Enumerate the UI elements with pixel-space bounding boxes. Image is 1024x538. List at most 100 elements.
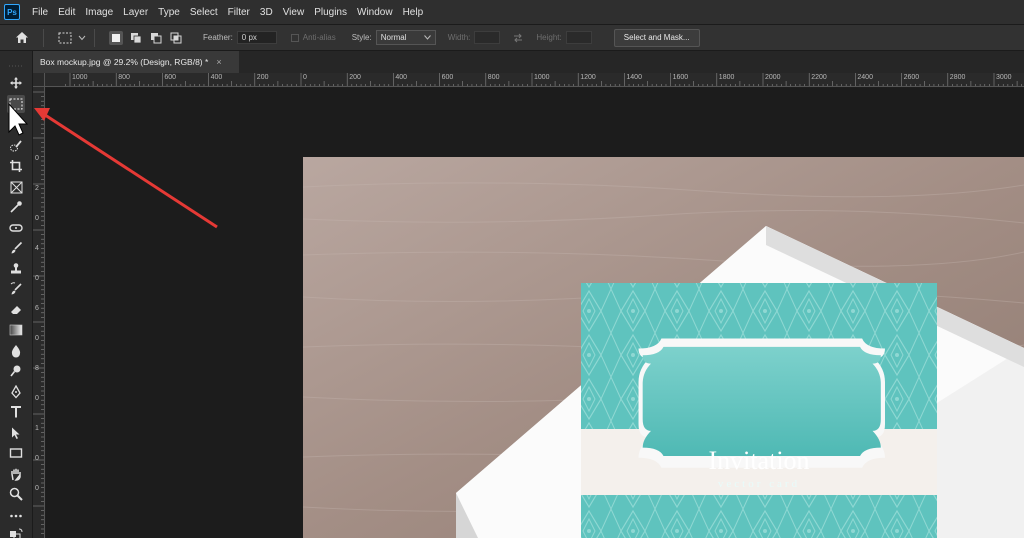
horizontal-ruler[interactable]: 1000 800 600 400 200 0 200 400 600 800 1000 1200 140… — [45, 73, 1024, 87]
menu-help[interactable]: Help — [398, 7, 429, 18]
spot-healing-tool-icon[interactable] — [7, 219, 25, 237]
crop-tool-icon[interactable] — [7, 157, 25, 175]
ruler-label: 2600 — [903, 74, 920, 81]
ruler-label: 2000 — [765, 74, 781, 81]
menu-edit[interactable]: Edit — [53, 7, 80, 18]
feather-input[interactable]: 0 px — [236, 31, 277, 44]
menu-view[interactable]: View — [278, 7, 310, 18]
vertical-ruler[interactable]: 0 2 0 4 0 6 0 8 0 1 0 0 — [33, 87, 45, 538]
ruler-label: 200 — [349, 74, 361, 81]
ruler-label: 6 — [35, 305, 39, 312]
menu-3d[interactable]: 3D — [255, 7, 278, 18]
edit-toolbar-icon[interactable] — [7, 507, 25, 525]
ruler-label: 8 — [35, 365, 39, 372]
height-input — [565, 31, 592, 44]
intersect-selection-icon[interactable] — [169, 31, 183, 45]
ruler-label: 800 — [487, 74, 500, 81]
document-tab-bar: Box mockup.jpg @ 29.2% (Design, RGB/8) *… — [33, 51, 1024, 73]
ruler-label: 400 — [395, 74, 408, 81]
gradient-tool-icon[interactable] — [7, 321, 25, 339]
swap-dimensions-icon — [512, 32, 524, 44]
ruler-label: 600 — [164, 74, 177, 81]
style-label: Style: — [351, 33, 372, 42]
blur-tool-icon[interactable] — [7, 342, 25, 360]
document-image[interactable]: Invitation vector card — [303, 157, 1024, 538]
ruler-label: 200 — [256, 74, 269, 81]
ruler-label: 0 — [35, 155, 39, 162]
style-select[interactable]: Normal — [375, 30, 436, 45]
options-bar: Feather: 0 px Anti-alias Style: Normal W… — [0, 25, 1024, 51]
rectangle-tool-icon[interactable] — [7, 444, 25, 462]
canvas-area[interactable]: Invitation vector card — [46, 88, 1024, 538]
quick-selection-tool-icon[interactable] — [7, 137, 25, 155]
ruler-label: 3000 — [996, 74, 1012, 81]
menu-file[interactable]: File — [27, 7, 53, 18]
ruler-label: 0 — [35, 275, 39, 282]
feather-label: Feather: — [203, 33, 233, 42]
ruler-label: 1 — [35, 425, 39, 432]
home-icon[interactable] — [13, 29, 31, 47]
photoshop-window: Ps File Edit Image Layer Type Select Fil… — [0, 0, 1024, 538]
menu-image[interactable]: Image — [80, 7, 118, 18]
menu-filter[interactable]: Filter — [223, 7, 255, 18]
menu-layer[interactable]: Layer — [118, 7, 153, 18]
menu-select[interactable]: Select — [185, 7, 223, 18]
ruler-label: 1000 — [534, 74, 550, 81]
document-tab[interactable]: Box mockup.jpg @ 29.2% (Design, RGB/8) *… — [33, 51, 239, 73]
separator — [43, 28, 44, 47]
subtract-from-selection-icon[interactable] — [149, 31, 163, 45]
ruler-label: 2200 — [811, 74, 827, 81]
hand-tool-icon[interactable] — [7, 465, 25, 483]
ruler-label: 4 — [35, 245, 39, 252]
ruler-label: 0 — [35, 455, 39, 462]
ruler-label: 400 — [210, 74, 223, 81]
style-value: Normal — [380, 33, 407, 42]
type-tool-icon[interactable] — [7, 403, 25, 421]
ruler-label: 1400 — [626, 74, 642, 81]
add-to-selection-icon[interactable] — [129, 31, 143, 45]
panel-grip-icon — [4, 55, 29, 67]
ruler-label: 600 — [441, 74, 454, 81]
menu-window[interactable]: Window — [352, 7, 398, 18]
ruler-label: 0 — [35, 395, 39, 402]
tool-preset-picker[interactable] — [58, 29, 86, 47]
select-and-mask-button[interactable]: Select and Mask... — [613, 28, 700, 47]
ruler-label: 0 — [35, 215, 39, 222]
frame-tool-icon[interactable] — [7, 178, 25, 196]
menu-plugins[interactable]: Plugins — [309, 7, 352, 18]
ruler-label: 0 — [35, 335, 39, 342]
ruler-label: 2 — [35, 185, 39, 192]
zoom-tool-icon[interactable] — [7, 485, 25, 503]
ruler-label: 0 — [35, 485, 39, 492]
menu-type[interactable]: Type — [153, 7, 185, 18]
close-icon[interactable]: × — [216, 57, 221, 67]
artwork-title: Invitation — [708, 446, 809, 475]
pen-tool-icon[interactable] — [7, 383, 25, 401]
separator — [94, 28, 95, 47]
ruler-label: 2800 — [949, 74, 966, 81]
ruler-label: 1200 — [580, 74, 596, 81]
ruler-label: 1600 — [672, 74, 689, 81]
ruler-label: 800 — [118, 74, 130, 81]
photoshop-logo[interactable]: Ps — [4, 4, 20, 20]
new-selection-icon[interactable] — [109, 30, 123, 45]
move-tool-icon[interactable] — [7, 74, 25, 92]
clone-stamp-tool-icon[interactable] — [7, 260, 25, 278]
chevron-down-icon — [423, 35, 431, 40]
dodge-tool-icon[interactable] — [7, 362, 25, 380]
width-input — [474, 31, 501, 44]
height-label: Height: — [536, 33, 562, 42]
antialias-checkbox: Anti-alias — [290, 33, 336, 42]
rectangular-marquee-tool-icon[interactable] — [7, 95, 25, 113]
brush-tool-icon[interactable] — [7, 239, 25, 257]
menu-bar: Ps File Edit Image Layer Type Select Fil… — [0, 0, 1024, 25]
ruler-label: 1000 — [72, 74, 88, 81]
eyedropper-tool-icon[interactable] — [7, 198, 25, 216]
default-colors-icon[interactable] — [7, 525, 25, 538]
ruler-origin[interactable] — [33, 73, 45, 87]
history-brush-tool-icon[interactable] — [7, 280, 25, 298]
path-selection-tool-icon[interactable] — [7, 424, 25, 442]
tools-panel — [0, 51, 33, 538]
eraser-tool-icon[interactable] — [7, 301, 25, 319]
ruler-label: 1800 — [718, 74, 735, 81]
